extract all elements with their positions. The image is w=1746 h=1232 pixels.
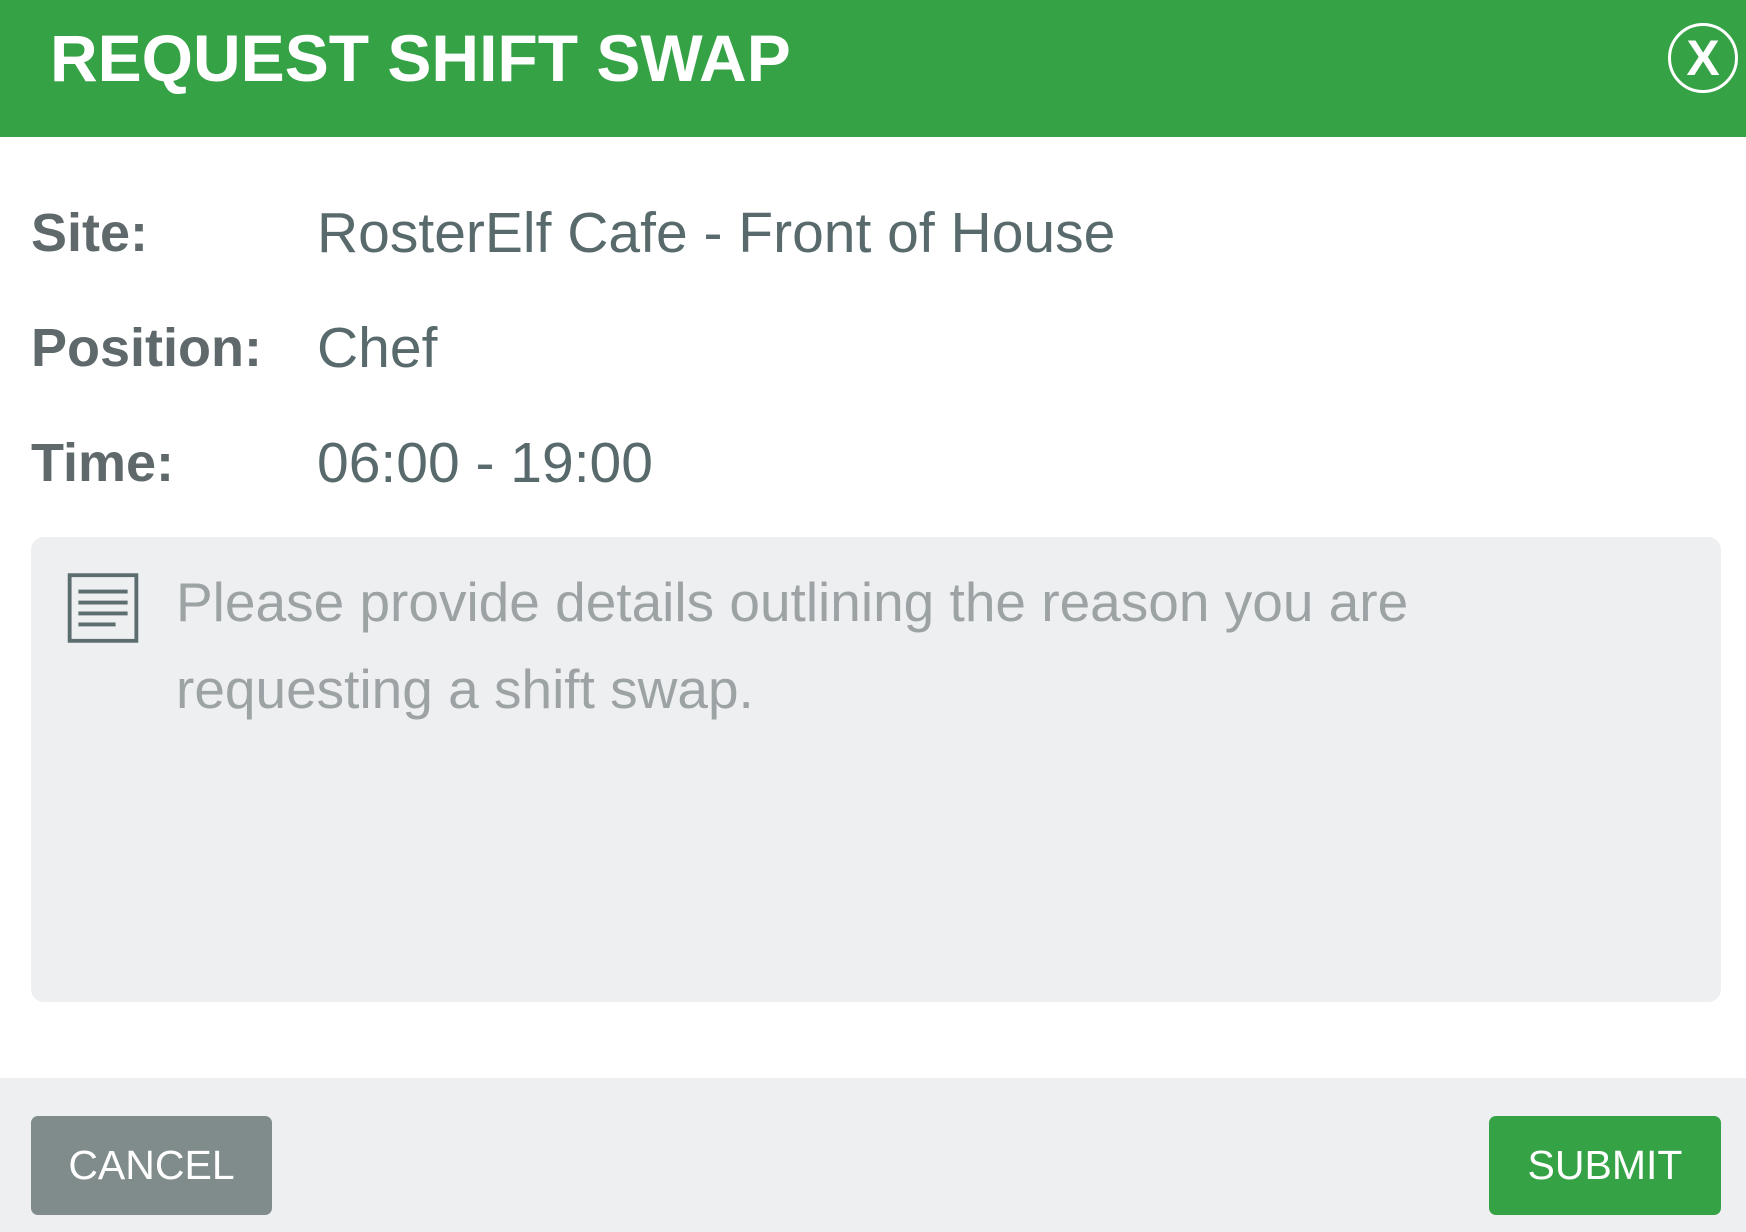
site-label: Site: <box>31 202 149 263</box>
detail-row-time: Time: 06:00 - 19:00 <box>31 405 1721 520</box>
position-value: Chef <box>317 315 438 380</box>
cancel-button[interactable]: CANCEL <box>31 1116 272 1215</box>
submit-button[interactable]: SUBMIT <box>1489 1116 1721 1215</box>
time-label: Time: <box>31 432 175 493</box>
position-label: Position: <box>31 317 262 378</box>
reason-textarea[interactable] <box>31 537 1721 1002</box>
reason-field-container <box>31 537 1721 1002</box>
detail-row-position: Position: Chef <box>31 290 1721 405</box>
dialog-title: REQUEST SHIFT SWAP <box>50 21 791 95</box>
time-value: 06:00 - 19:00 <box>317 430 653 495</box>
shift-swap-dialog: REQUEST SHIFT SWAP X Site: RosterElf Caf… <box>0 0 1746 1232</box>
dialog-header: REQUEST SHIFT SWAP X <box>0 0 1746 137</box>
close-button[interactable]: X <box>1668 23 1738 93</box>
shift-details: Site: RosterElf Cafe - Front of House Po… <box>31 175 1721 520</box>
site-value: RosterElf Cafe - Front of House <box>317 200 1116 265</box>
dialog-footer: CANCEL SUBMIT <box>0 1078 1746 1232</box>
close-icon: X <box>1686 30 1720 86</box>
detail-row-site: Site: RosterElf Cafe - Front of House <box>31 175 1721 290</box>
